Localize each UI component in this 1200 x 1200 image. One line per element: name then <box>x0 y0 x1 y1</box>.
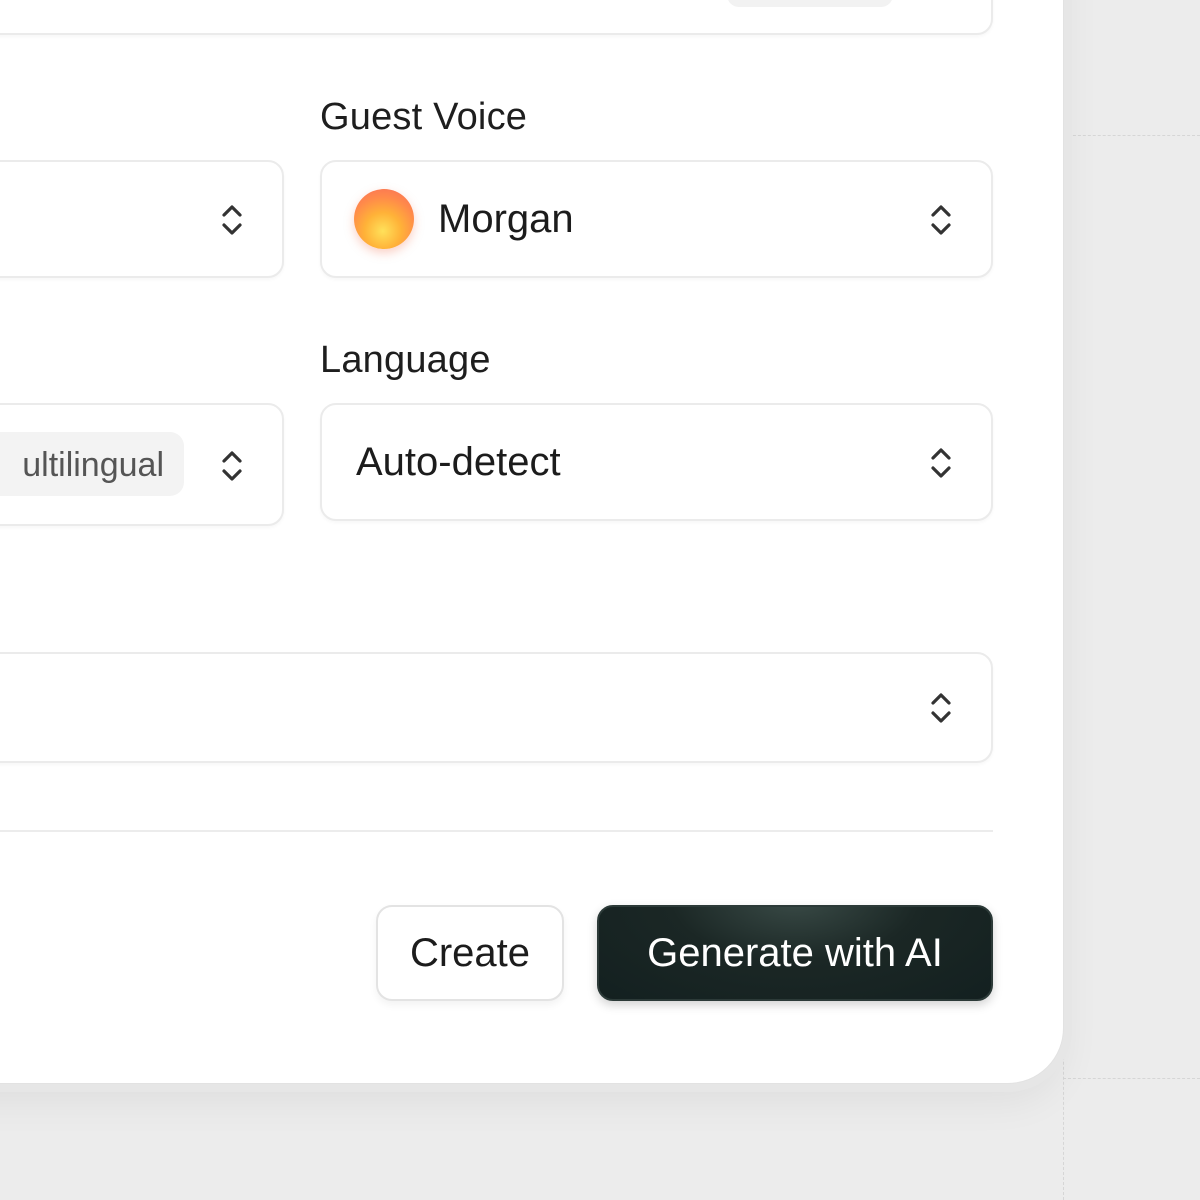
guide-line <box>1063 135 1200 136</box>
top-input-field[interactable] <box>0 0 993 35</box>
guest-voice-select[interactable]: Morgan <box>320 160 993 278</box>
language-value: Auto-detect <box>356 440 561 484</box>
guest-voice-label: Guest Voice <box>320 96 528 138</box>
wide-select[interactable] <box>0 652 993 763</box>
chevron-up-down-icon <box>928 690 954 726</box>
chevron-up-down-icon <box>219 202 245 238</box>
create-button[interactable]: Create <box>376 905 564 1001</box>
model-badge: ultilingual <box>0 432 184 496</box>
app-stage: Guest Voice Morgan Language ultilingual … <box>0 0 1200 1200</box>
generate-with-ai-button[interactable]: Generate with AI <box>597 905 993 1001</box>
chevron-up-down-icon <box>928 202 954 238</box>
host-voice-select[interactable] <box>0 160 284 278</box>
model-badge-text: ultilingual <box>22 446 164 484</box>
voice-avatar-icon <box>354 189 414 249</box>
chevron-up-down-icon <box>928 445 954 481</box>
guide-line <box>1063 1078 1200 1079</box>
guest-voice-value: Morgan <box>438 197 574 241</box>
top-field-chip <box>727 0 893 7</box>
language-label: Language <box>320 339 491 381</box>
footer-divider <box>0 830 993 832</box>
chevron-up-down-icon <box>219 448 245 484</box>
model-select[interactable]: ultilingual <box>0 403 284 526</box>
language-select[interactable]: Auto-detect <box>320 403 993 521</box>
